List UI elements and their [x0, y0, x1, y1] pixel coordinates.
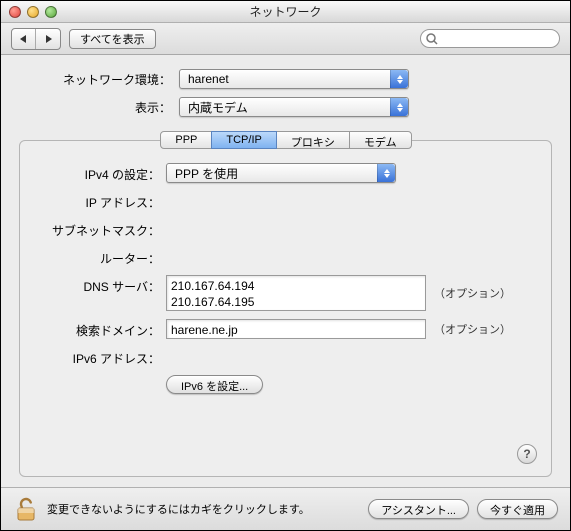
help-icon: ?	[523, 447, 530, 461]
updown-icon	[377, 164, 395, 182]
unlock-icon	[15, 497, 37, 521]
tcpip-pane: IPv4 の設定： PPP を使用 IP アドレス： サブネットマスク：	[19, 140, 552, 477]
close-icon[interactable]	[9, 6, 21, 18]
tab-proxy[interactable]: プロキシ	[276, 131, 350, 149]
dns-row-0: 210.167.64.194	[171, 278, 421, 294]
search-icon	[425, 32, 439, 46]
ipv4-config-select[interactable]: PPP を使用	[166, 163, 396, 183]
search-domain-input[interactable]	[171, 323, 421, 337]
triangle-left-icon	[20, 35, 28, 43]
configure-ipv6-button[interactable]: IPv6 を設定...	[166, 375, 263, 394]
show-value: 内蔵モデム	[188, 99, 248, 116]
triangle-right-icon	[44, 35, 52, 43]
dns-optional: （オプション）	[434, 285, 511, 301]
search-field[interactable]	[420, 29, 560, 48]
forward-button[interactable]	[36, 29, 60, 49]
titlebar: ネットワーク	[1, 1, 570, 23]
location-select[interactable]: harenet	[179, 69, 409, 89]
assistant-button[interactable]: アシスタント...	[368, 499, 469, 519]
tab-bar: PPP TCP/IP プロキシ モデム	[19, 131, 552, 149]
nav-back-forward[interactable]	[11, 28, 61, 50]
dns-row-1: 210.167.64.195	[171, 294, 421, 310]
router-label: ルーター：	[36, 247, 166, 267]
updown-icon	[390, 98, 408, 116]
search-domain-optional: （オプション）	[434, 321, 511, 337]
toolbar: すべてを表示	[1, 23, 570, 55]
ipv4-config-label: IPv4 の設定：	[36, 163, 166, 183]
footer: 変更できないようにするにはカギをクリックします。 アシスタント... 今すぐ適用	[1, 487, 570, 530]
lock-button[interactable]	[13, 496, 39, 522]
help-button[interactable]: ?	[517, 444, 537, 464]
tab-ppp[interactable]: PPP	[160, 131, 212, 149]
back-button[interactable]	[12, 29, 36, 49]
search-domain-input-wrap[interactable]	[166, 319, 426, 339]
dns-servers-textarea[interactable]: 210.167.64.194 210.167.64.195	[166, 275, 426, 311]
ipv6-address-label: IPv6 アドレス：	[36, 347, 166, 367]
search-domain-label: 検索ドメイン：	[36, 319, 166, 339]
dns-label: DNS サーバ：	[36, 275, 166, 295]
tab-tcpip[interactable]: TCP/IP	[211, 131, 276, 149]
updown-icon	[390, 70, 408, 88]
location-value: harenet	[188, 72, 229, 86]
show-select[interactable]: 内蔵モデム	[179, 97, 409, 117]
window-title: ネットワーク	[1, 3, 570, 20]
apply-now-button[interactable]: 今すぐ適用	[477, 499, 558, 519]
tab-modem[interactable]: モデム	[349, 131, 412, 149]
ip-address-label: IP アドレス：	[36, 191, 166, 211]
show-all-button[interactable]: すべてを表示	[69, 29, 156, 49]
zoom-icon[interactable]	[45, 6, 57, 18]
lock-text: 変更できないようにするにはカギをクリックします。	[47, 501, 360, 517]
ipv4-config-value: PPP を使用	[175, 165, 238, 182]
minimize-icon[interactable]	[27, 6, 39, 18]
show-label: 表示：	[19, 99, 179, 116]
location-label: ネットワーク環境：	[19, 71, 179, 88]
search-input[interactable]	[441, 30, 553, 47]
subnet-label: サブネットマスク：	[36, 219, 166, 239]
